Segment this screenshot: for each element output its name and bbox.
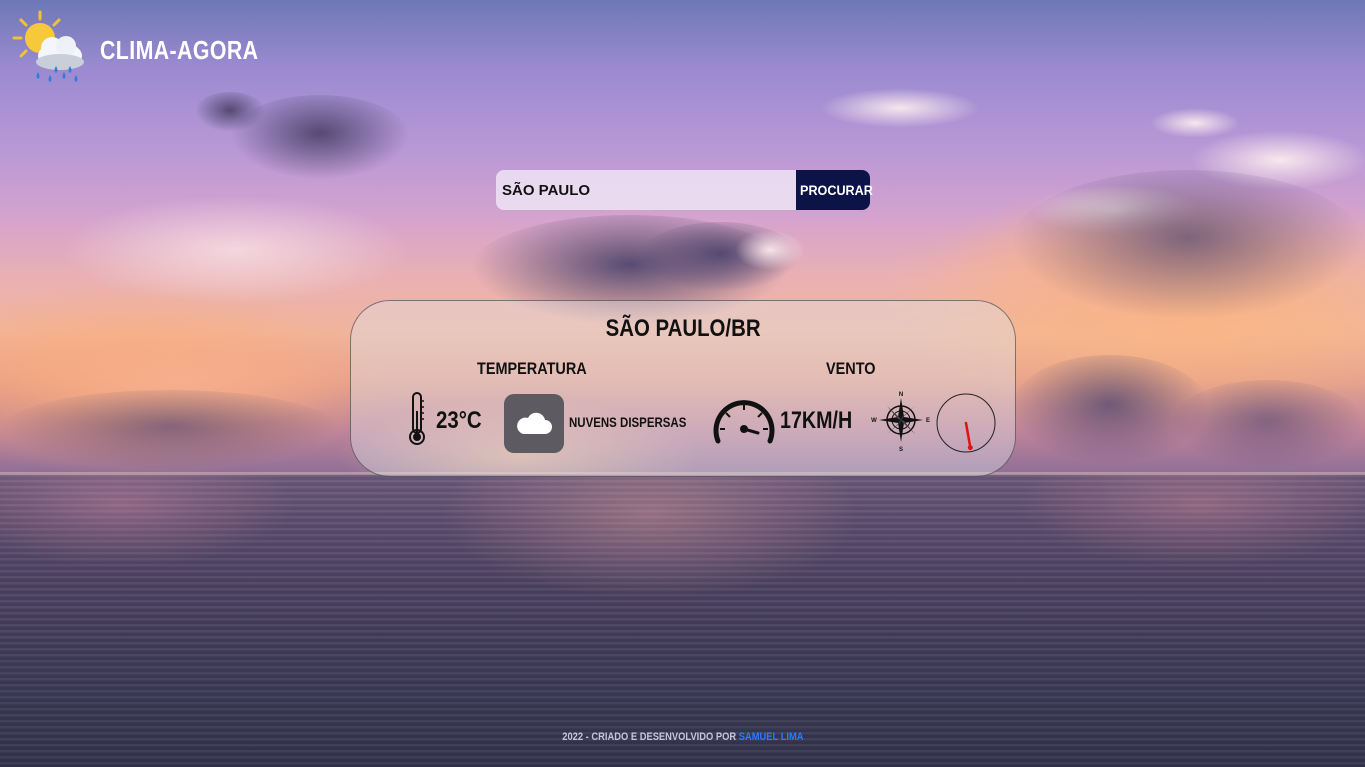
wind-direction-dial (936, 393, 996, 453)
speedometer-icon (713, 400, 775, 444)
city-name: SÃO PAULO/BR (605, 315, 761, 342)
app-title: CLIMA-AGORA (100, 34, 259, 65)
author-link[interactable]: SAMUEL LIMA (738, 731, 803, 743)
footer-text: 2022 - CRIADO E DESENVOLVIDO POR (561, 731, 736, 743)
thermometer-icon (409, 392, 425, 445)
compass-w-label: W (871, 418, 877, 424)
wind-label: VENTO (826, 359, 876, 378)
compass-n-label: N (899, 392, 903, 398)
weather-description: NUVENS DISPERSAS (569, 414, 687, 430)
compass-s-label: S (899, 447, 903, 452)
weather-condition-tile (504, 394, 564, 453)
city-search-input[interactable] (496, 170, 796, 210)
wind-direction-needle (964, 421, 973, 451)
footer: 2022 - CRIADO E DESENVOLVIDO POR SAMUEL … (0, 731, 1365, 743)
cloud-icon (517, 412, 552, 434)
search-bar: PROCURAR (496, 170, 873, 210)
wind-speed-value: 17KM/H (780, 407, 853, 434)
compass-rose-icon: N S W E (871, 392, 930, 452)
weather-card: SÃO PAULO/BR TEMPERATURA VENTO 23°C NUVE… (350, 300, 1016, 477)
sun-cloud-rain-icon (12, 10, 84, 82)
temperature-label: TEMPERATURA (477, 359, 587, 378)
search-button[interactable]: PROCURAR (796, 170, 873, 210)
brand[interactable]: CLIMA-AGORA (12, 10, 293, 90)
temperature-value: 23°C (436, 407, 482, 434)
search-button-label: PROCURAR (800, 182, 873, 198)
compass-e-label: E (926, 418, 930, 424)
